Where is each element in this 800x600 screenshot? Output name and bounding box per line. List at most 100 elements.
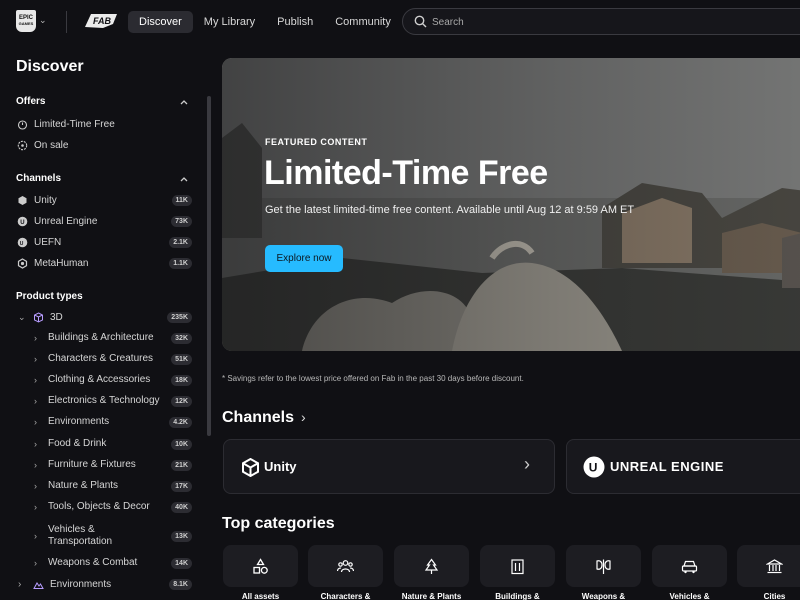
nav-publish[interactable]: Publish [266, 11, 324, 33]
tree-icon [424, 558, 439, 574]
category-card-nature-plants[interactable] [394, 545, 469, 587]
sidebar-item-label: Environments [48, 416, 110, 427]
sale-tag-icon [16, 139, 28, 151]
count-badge: 32K [171, 332, 192, 344]
environment-icon [32, 578, 44, 590]
category-card-vehicles[interactable] [652, 545, 727, 587]
category-label: Buildings & [495, 592, 540, 600]
sidebar-subitem-tools[interactable]: › Tools, Objects & Decor 40K [34, 497, 192, 517]
sidebar-subitem-furniture[interactable]: › Furniture & Fixtures 21K [34, 455, 192, 475]
sidebar-item-unity[interactable]: Unity 11K [16, 190, 192, 210]
sidebar-item-3d[interactable]: ⌄ 3D 235K [18, 307, 192, 327]
chevron-right-icon: › [34, 460, 37, 470]
unreal-icon: U [16, 215, 28, 227]
chevron-right-icon: › [34, 481, 37, 491]
category-card-weapons[interactable] [566, 545, 641, 587]
sidebar-subitem-environments[interactable]: › Environments 4.2K [34, 412, 192, 432]
sidebar-subitem-nature[interactable]: › Nature & Plants 17K [34, 476, 192, 496]
sidebar-item-uefn[interactable]: U UEFN 2.1K [16, 232, 192, 252]
count-badge: 18K [171, 374, 192, 386]
metahuman-icon [16, 257, 28, 269]
section-channels-heading[interactable]: Channels [16, 173, 61, 184]
count-badge: 10K [171, 438, 192, 450]
sidebar-item-label: Weapons & Combat [48, 557, 138, 568]
savings-note: * Savings refer to the lowest price offe… [222, 374, 524, 383]
sidebar-subitem-food[interactable]: › Food & Drink 10K [34, 434, 192, 454]
sidebar-subitem-buildings[interactable]: › Buildings & Architecture 32K [34, 328, 192, 348]
sidebar-item-label: Limited-Time Free [34, 118, 115, 130]
sidebar-item-label: Environments [50, 578, 112, 590]
sidebar-subitem-characters[interactable]: › Characters & Creatures 51K [34, 349, 192, 369]
sidebar-item-unreal-engine[interactable]: U Unreal Engine 73K [16, 211, 192, 231]
chevron-right-icon[interactable]: › [301, 409, 306, 425]
count-badge: 2.1K [169, 236, 192, 248]
sidebar-subitem-weapons[interactable]: › Weapons & Combat 14K [34, 553, 192, 573]
svg-text:U: U [589, 461, 598, 475]
channel-card-unity[interactable]: Unity › [223, 439, 555, 494]
chevron-right-icon: › [34, 502, 37, 512]
count-badge: 14K [171, 557, 192, 569]
count-badge: 12K [171, 395, 192, 407]
sidebar-subitem-vehicles[interactable]: › Vehicles & Transportation 13K [34, 522, 192, 550]
sidebar-item-on-sale[interactable]: On sale [16, 135, 192, 155]
channel-card-unreal-engine[interactable]: U UNREAL ENGINE [566, 439, 800, 494]
sidebar-item-label: Unity [34, 194, 57, 206]
nav-discover[interactable]: Discover [128, 11, 193, 33]
car-icon [681, 560, 698, 574]
chevron-right-icon: › [34, 417, 37, 427]
count-badge: 1.1K [169, 257, 192, 269]
chevron-down-icon[interactable]: ⌄ [18, 312, 28, 323]
sidebar-item-limited-time-free[interactable]: Limited-Time Free [16, 114, 192, 134]
category-label: Characters & [320, 592, 371, 600]
hero-banner[interactable]: FEATURED CONTENT Limited-Time Free Get t… [222, 58, 800, 351]
category-card-all-assets[interactable] [223, 545, 298, 587]
count-badge: 4.2K [169, 416, 192, 428]
chevron-down-icon[interactable]: ⌄ [39, 15, 47, 26]
sidebar-scrollbar[interactable] [207, 96, 211, 436]
main-content: FEATURED CONTENT Limited-Time Free Get t… [222, 58, 800, 600]
explore-now-button[interactable]: Explore now [265, 245, 343, 272]
sidebar-subitem-electronics[interactable]: › Electronics & Technology 12K [34, 391, 192, 411]
chevron-right-icon: › [34, 396, 37, 406]
fab-logo[interactable]: FAB [83, 11, 119, 31]
sidebar-subitem-clothing[interactable]: › Clothing & Accessories 18K [34, 370, 192, 390]
search-input[interactable] [432, 14, 732, 30]
channel-name: UNREAL ENGINE [610, 459, 724, 474]
section-product-types-heading[interactable]: Product types [16, 291, 83, 302]
category-card-cities[interactable] [737, 545, 800, 587]
sidebar-item-label: Electronics & Technology [48, 395, 160, 406]
search-bar[interactable] [402, 8, 800, 35]
chevron-right-icon[interactable]: › [18, 579, 28, 590]
hero-subtitle: Get the latest limited-time free content… [265, 204, 635, 216]
sidebar-item-label: Nature & Plants [48, 480, 119, 491]
bank-icon [766, 559, 783, 574]
nav-my-library[interactable]: My Library [193, 11, 266, 33]
top-bar: EPIC GAMES ⌄ FAB Discover My Library Pub… [0, 0, 800, 44]
count-badge: 8.1K [169, 578, 192, 590]
category-card-buildings[interactable] [480, 545, 555, 587]
section-offers-heading[interactable]: Offers [16, 96, 45, 107]
sidebar-item-label: Buildings & Architecture [48, 332, 154, 343]
hero-eyebrow: FEATURED CONTENT [265, 137, 368, 147]
category-card-characters[interactable] [308, 545, 383, 587]
count-badge: 51K [171, 353, 192, 365]
cube-icon [32, 311, 44, 323]
channels-heading[interactable]: Channels [222, 409, 294, 427]
channel-name: Unity [264, 459, 297, 474]
count-badge: 17K [171, 480, 192, 492]
epic-games-logo[interactable]: EPIC GAMES [16, 10, 36, 32]
unity-icon [242, 458, 259, 477]
main-nav: Discover My Library Publish Community [128, 11, 402, 33]
timer-icon [16, 118, 28, 130]
sidebar-item-label: Characters & Creatures [48, 353, 154, 364]
nav-community[interactable]: Community [324, 11, 402, 33]
chevron-up-icon[interactable] [179, 174, 189, 184]
unreal-icon: U [583, 456, 605, 478]
chevron-up-icon[interactable] [179, 97, 189, 107]
sidebar-item-environments[interactable]: › Environments 8.1K [18, 574, 192, 594]
count-badge: 73K [171, 215, 192, 227]
building-icon [511, 559, 524, 575]
sidebar-item-label: MetaHuman [34, 257, 89, 269]
sidebar-item-metahuman[interactable]: MetaHuman 1.1K [16, 253, 192, 273]
shapes-icon [253, 558, 268, 574]
